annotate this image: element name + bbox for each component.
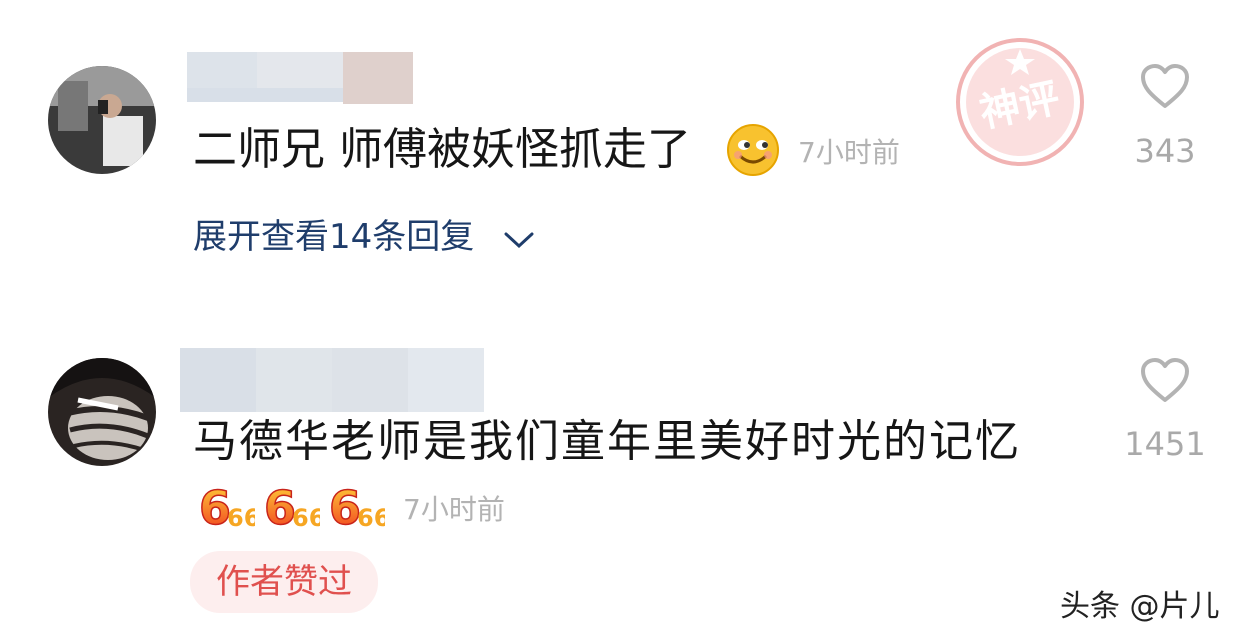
like-count: 1451 bbox=[1124, 425, 1206, 463]
user-avatar[interactable] bbox=[48, 66, 156, 174]
username-blurred[interactable] bbox=[180, 348, 484, 412]
comment-time: 7小时前 bbox=[798, 136, 900, 169]
smile-face-icon bbox=[726, 123, 780, 177]
svg-text:66: 66 bbox=[227, 504, 255, 530]
chevron-down-icon bbox=[503, 222, 535, 256]
watermark: 头条 @片儿 bbox=[1060, 589, 1220, 624]
comment-text: 马德华老师是我们童年里美好时光的记忆 bbox=[193, 416, 1021, 467]
comment-time: 7小时前 bbox=[403, 493, 505, 526]
666-icon: 6 66 bbox=[197, 480, 260, 536]
like-count: 343 bbox=[1134, 132, 1196, 170]
expand-replies-button[interactable]: 展开查看14条回复 bbox=[193, 220, 535, 256]
svg-text:66: 66 bbox=[357, 504, 385, 530]
expand-replies-label: 展开查看14条回复 bbox=[193, 217, 475, 257]
username-blurred[interactable] bbox=[187, 52, 413, 104]
user-avatar[interactable] bbox=[48, 358, 156, 466]
like-heart-icon[interactable] bbox=[1140, 357, 1190, 407]
god-comment-stamp: 神评 bbox=[955, 37, 1085, 167]
comment-text: 二师兄 师傅被妖怪抓走了 bbox=[193, 124, 691, 175]
666-icon: 6 66 bbox=[262, 480, 325, 536]
author-liked-badge: 作者赞过 bbox=[190, 551, 378, 613]
svg-text:66: 66 bbox=[292, 504, 320, 530]
666-icon: 6 66 bbox=[327, 480, 390, 536]
like-heart-icon[interactable] bbox=[1140, 63, 1190, 113]
